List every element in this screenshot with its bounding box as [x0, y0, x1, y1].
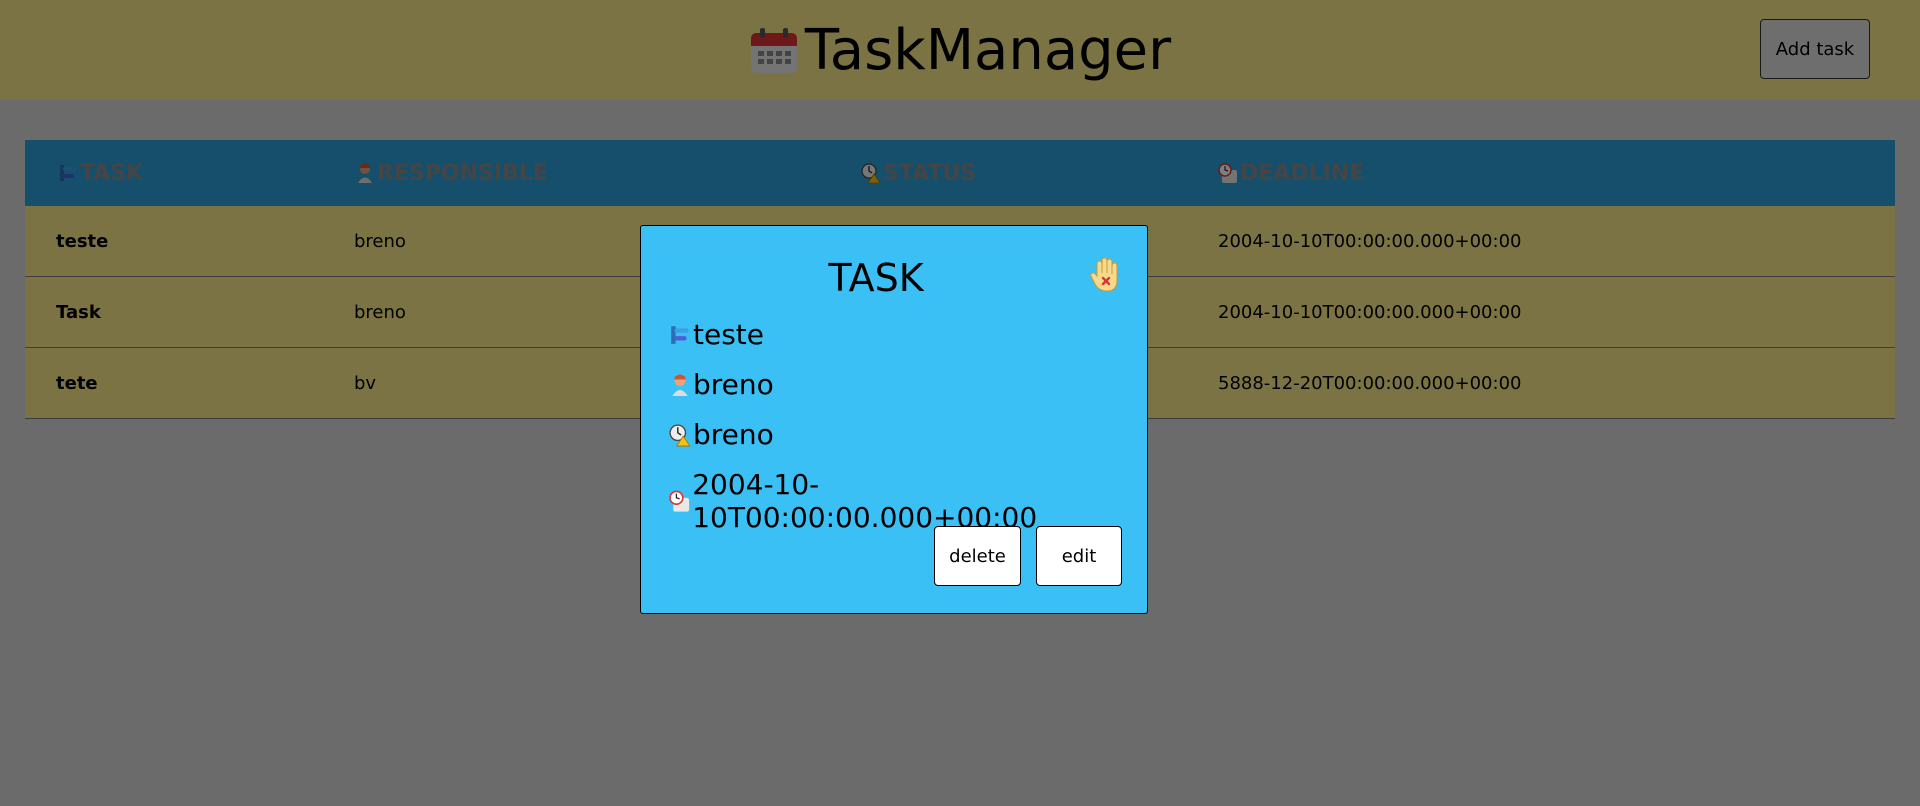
- status-icon: [669, 423, 691, 446]
- modal-status-row: breno: [669, 418, 774, 451]
- modal-task-value: teste: [693, 318, 764, 351]
- modal-deadline-value: 2004-10-10T00:00:00.000+00:00: [692, 468, 1038, 534]
- close-hand-icon[interactable]: [1089, 256, 1123, 294]
- modal-task-row: teste: [669, 318, 764, 351]
- task-icon: [671, 325, 689, 344]
- task-detail-modal: TASK teste breno breno 2004-10-10T00:00:…: [640, 225, 1148, 614]
- calendar-clock-icon: [669, 490, 690, 512]
- person-icon: [672, 374, 688, 396]
- modal-deadline-row: 2004-10-10T00:00:00.000+00:00: [669, 468, 1147, 534]
- modal-status-value: breno: [693, 418, 774, 451]
- delete-button[interactable]: delete: [934, 526, 1021, 586]
- modal-responsible-row: breno: [669, 368, 774, 401]
- modal-responsible-value: breno: [693, 368, 774, 401]
- edit-button[interactable]: edit: [1036, 526, 1122, 586]
- modal-title: TASK: [828, 256, 924, 300]
